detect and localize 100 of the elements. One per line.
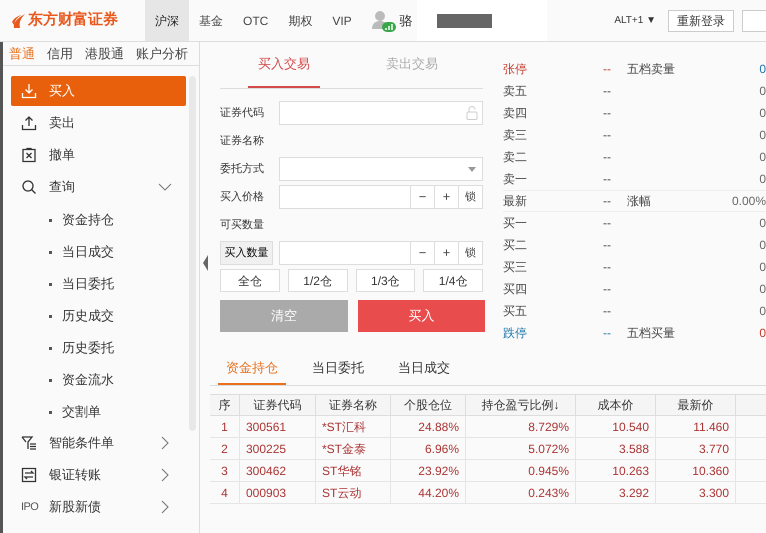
quote-price: -- [603, 325, 612, 342]
sidebar-menu-item[interactable]: 银证转账 [11, 460, 186, 490]
security-code-input[interactable] [279, 101, 483, 125]
collapse-handle-icon[interactable] [203, 254, 208, 270]
table-cell: 10.540 [576, 416, 656, 437]
column-header[interactable]: 持仓盈亏比例↓ [466, 395, 576, 415]
quote-price: -- [603, 303, 612, 320]
table-cell: 11.460 [656, 416, 736, 437]
bullet-icon [49, 218, 52, 222]
sidebar-menu-item[interactable]: IPO 新股新债 [11, 492, 186, 522]
submenu-item[interactable]: 交割单 [11, 396, 186, 428]
sidebar-tab[interactable]: 港股通 [79, 44, 130, 64]
shortcut-dropdown[interactable]: ALT+1 ▼ [614, 13, 656, 28]
transfer-icon [21, 467, 37, 483]
quote-label: 买二 [503, 237, 528, 254]
sidebar-tab[interactable]: 信用 [41, 44, 79, 64]
filter-icon [21, 435, 37, 451]
sidebar-tab[interactable]: 账户分析 [130, 44, 194, 64]
ipo-icon: IPO [21, 498, 37, 516]
bullet-icon [49, 346, 52, 350]
holdings-tab[interactable]: 当日委托 [304, 352, 372, 385]
toolbar-button[interactable] [742, 10, 766, 32]
submenu-label: 历史成交 [62, 307, 114, 326]
table-cell: *ST金泰 [316, 438, 391, 459]
column-header[interactable]: 序 [210, 395, 240, 415]
table-cell: 2 [210, 438, 240, 459]
quote-label: 卖二 [503, 149, 528, 166]
menu-label: 智能条件单 [49, 434, 115, 452]
quote-price: -- [603, 259, 612, 276]
table-cell: 5.072% [466, 438, 576, 459]
redaction-block [436, 14, 492, 28]
lock-button[interactable]: 锁 [459, 241, 483, 265]
submenu-item[interactable]: 历史成交 [11, 300, 186, 332]
position-button[interactable]: 1/4仓 [423, 269, 483, 292]
quote-label: 买四 [503, 281, 528, 298]
order-type-select[interactable] [279, 157, 483, 181]
quote-caption: 涨幅 [627, 193, 652, 210]
holdings-tab[interactable]: 当日成交 [390, 352, 458, 385]
table-cell: 6.96% [391, 438, 466, 459]
field-label: 委托方式 [220, 162, 265, 177]
lock-icon [466, 106, 478, 120]
input-field[interactable] [279, 185, 411, 209]
submenu-label: 资金持仓 [62, 211, 114, 230]
submenu-item[interactable]: 资金持仓 [11, 204, 186, 236]
quote-label: 最新 [503, 193, 528, 210]
sidebar-menu-item[interactable]: 撤单 [11, 140, 186, 170]
plus-button[interactable]: + [435, 241, 459, 265]
field-label: 买入价格 [220, 190, 265, 205]
table-cell: 10.263 [576, 460, 656, 481]
submenu-item[interactable]: 历史委托 [11, 332, 186, 364]
column-header[interactable]: 个股仓位 [391, 395, 466, 415]
table-cell: 4 [210, 482, 240, 503]
plus-button[interactable]: + [435, 185, 459, 209]
quote-price: -- [603, 83, 612, 100]
table-cell: 000903 [240, 482, 316, 503]
sidebar-menu-item[interactable]: 查询 [11, 172, 186, 202]
submenu-item[interactable]: 当日成交 [11, 236, 186, 268]
bullet-icon [49, 282, 52, 286]
quote-caption: 五档买量 [627, 325, 676, 342]
input-field[interactable] [279, 241, 411, 265]
quote-caption: 五档卖量 [627, 61, 676, 78]
submenu-label: 交割单 [62, 403, 101, 422]
menu-label: 银证转账 [49, 466, 102, 484]
quote-price: -- [603, 237, 612, 254]
dropdown-caret-icon [468, 166, 476, 172]
position-button[interactable]: 1/2仓 [288, 269, 348, 292]
column-header[interactable]: 证券代码 [240, 395, 316, 415]
nav-tab[interactable]: 期权 [278, 0, 322, 41]
download-icon [21, 83, 37, 99]
column-header[interactable]: 最新价 [656, 395, 736, 415]
minus-button[interactable]: − [411, 241, 435, 265]
quote-volume: 0 [759, 83, 766, 100]
submenu-label: 当日委托 [62, 275, 114, 294]
nav-tab[interactable]: 沪深 [145, 0, 189, 41]
user-name: 骆 [400, 12, 413, 30]
minus-button[interactable]: − [411, 185, 435, 209]
position-button[interactable]: 1/3仓 [356, 269, 416, 292]
sidebar-menu-item[interactable]: 卖出 [11, 108, 186, 138]
quantity-label-button[interactable]: 买入数量 [220, 241, 273, 265]
column-header[interactable]: 证券名称 [316, 395, 391, 415]
brand-logo-text: 东方财富证券 [28, 10, 118, 30]
nav-tab[interactable]: 基金 [189, 0, 233, 41]
submenu-item[interactable]: 资金流水 [11, 364, 186, 396]
nav-tab[interactable]: OTC [233, 0, 278, 41]
buy-button[interactable]: 买入 [358, 300, 485, 332]
quote-price: -- [603, 281, 612, 298]
quote-price: -- [603, 171, 612, 188]
column-header[interactable]: 成本价 [576, 395, 656, 415]
quote-volume: 0 [759, 105, 766, 122]
quote-price: -- [603, 61, 612, 78]
relogin-button[interactable]: 重新登录 [668, 10, 734, 32]
trade-tab[interactable]: 买入交易 [248, 42, 320, 88]
submenu-item[interactable]: 当日委托 [11, 268, 186, 300]
position-button[interactable]: 全仓 [220, 269, 280, 292]
field-label: 可买数量 [220, 218, 265, 233]
field-label: 证券名称 [220, 134, 265, 149]
lock-button[interactable]: 锁 [459, 185, 483, 209]
sidebar-menu-item[interactable]: 智能条件单 [11, 428, 186, 458]
nav-tab[interactable]: VIP [322, 0, 362, 41]
submenu-label: 历史委托 [62, 339, 114, 358]
